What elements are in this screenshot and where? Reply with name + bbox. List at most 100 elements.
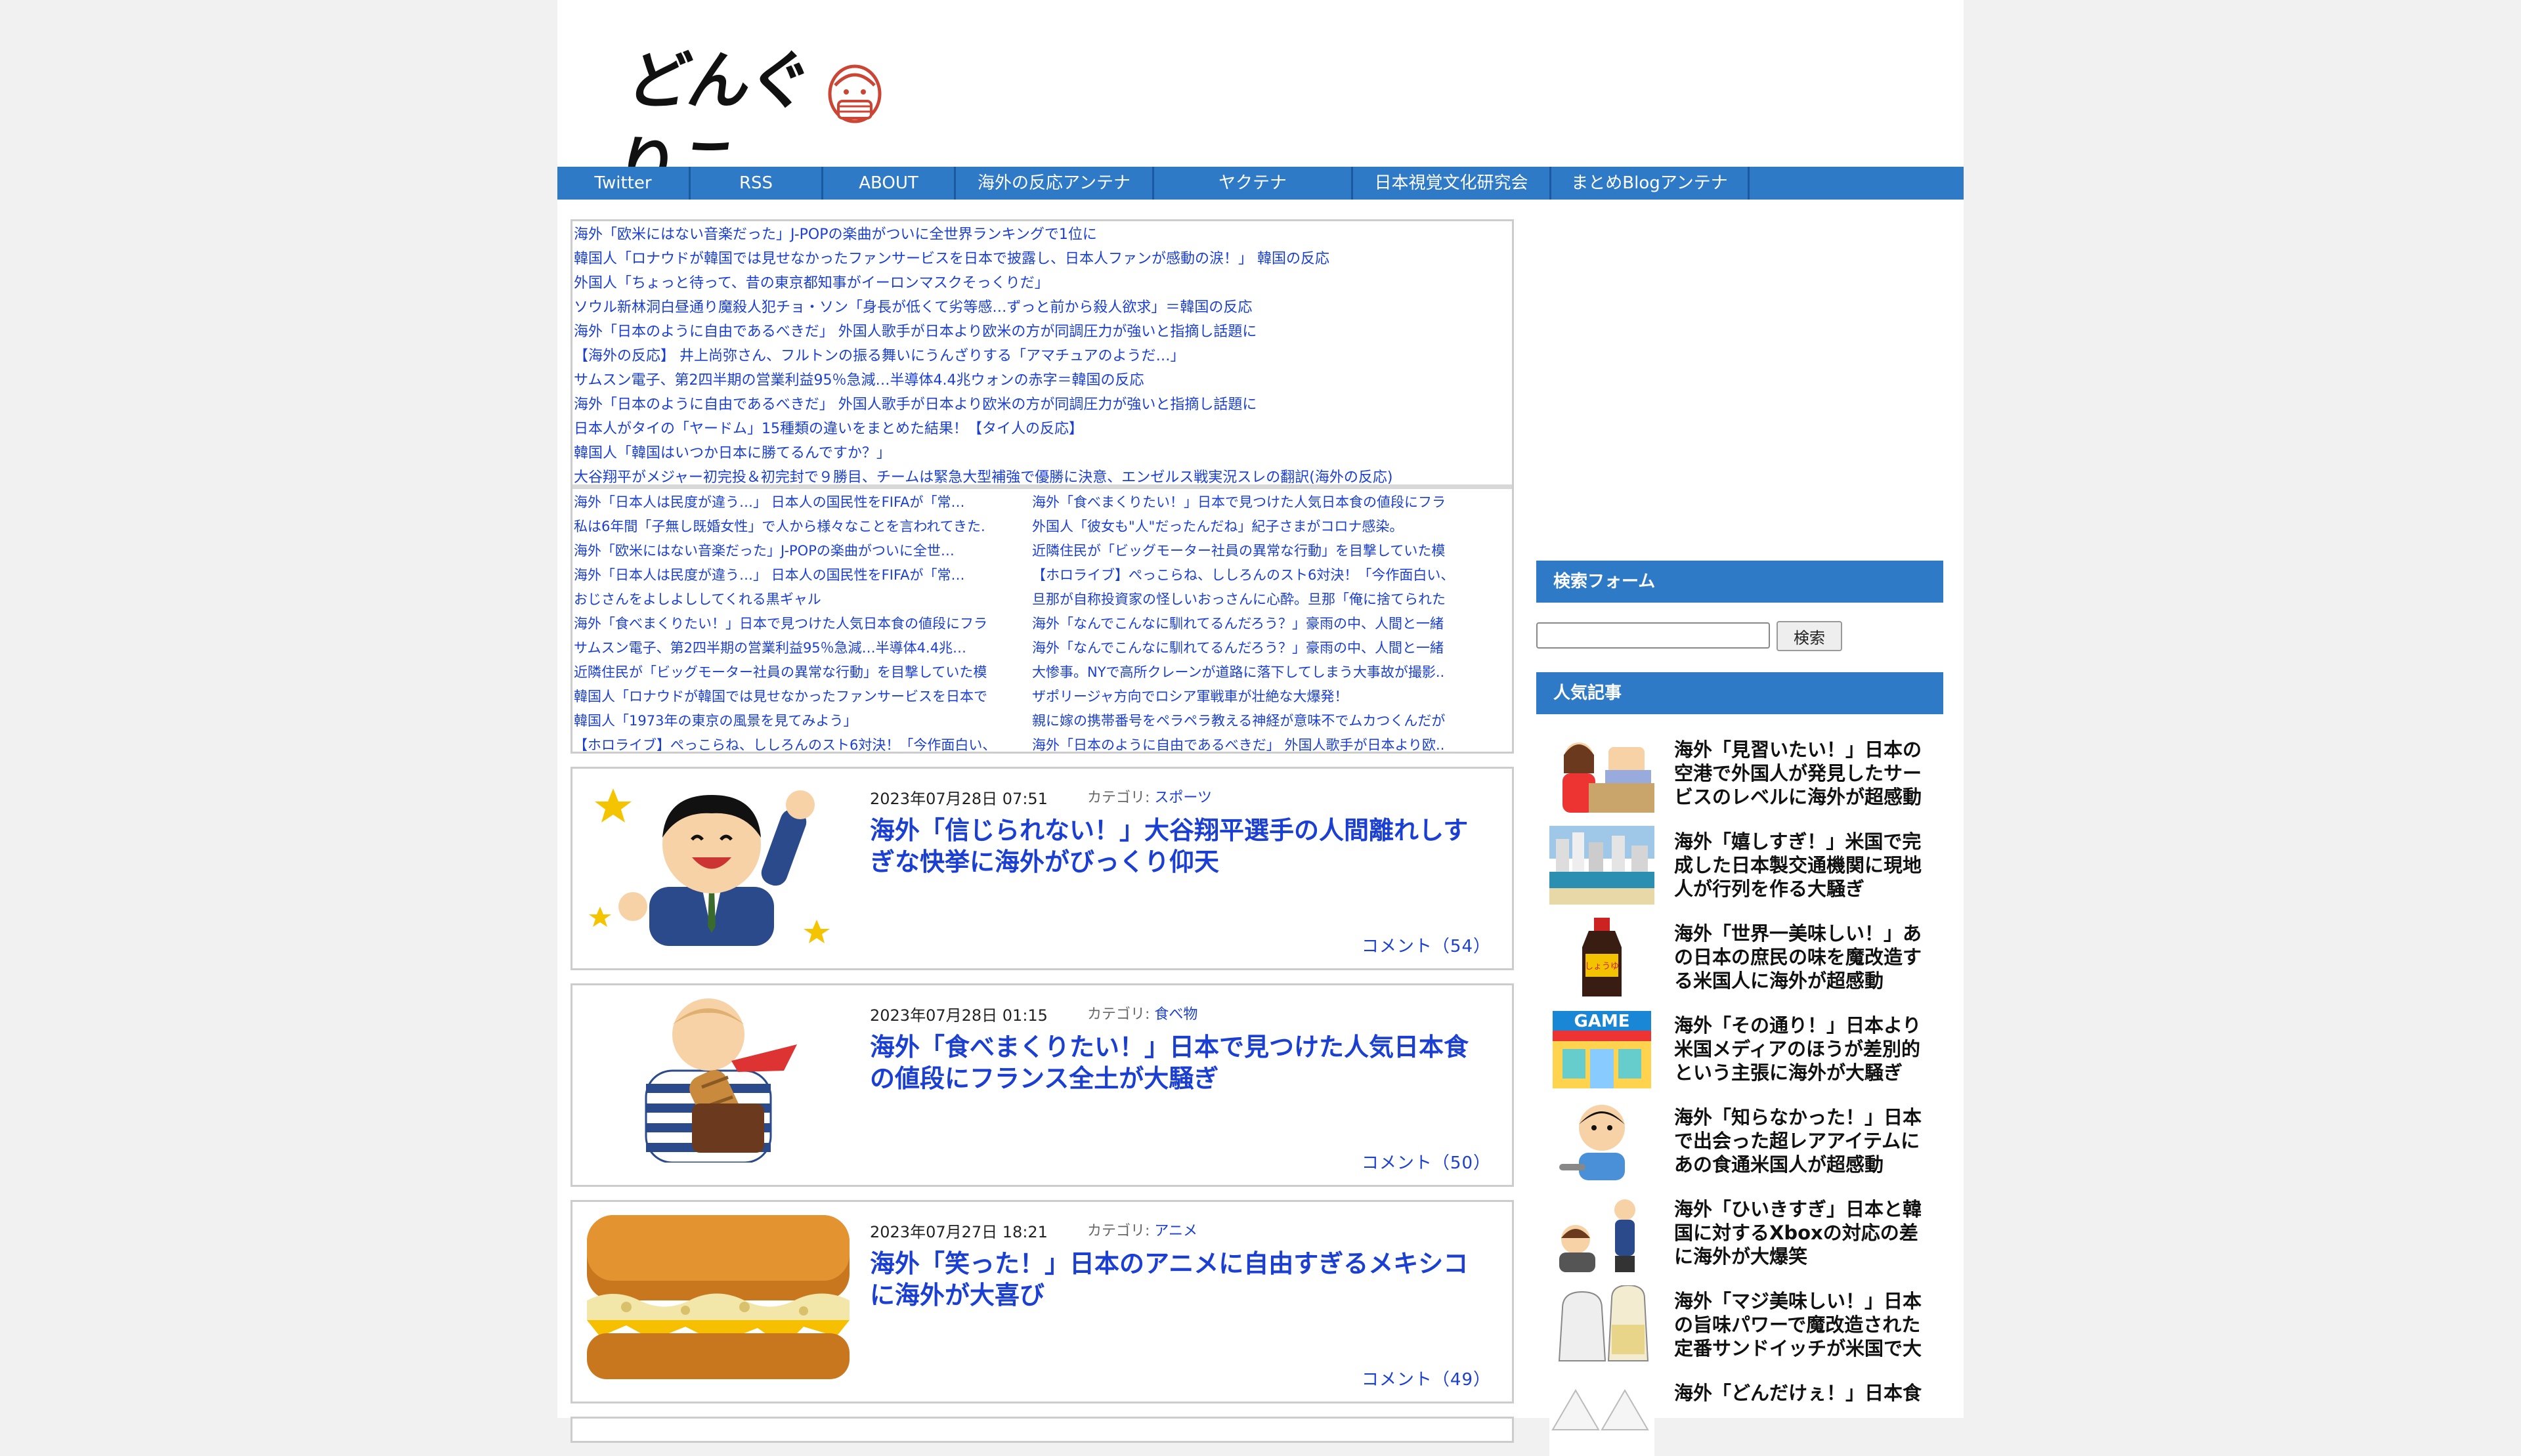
antenna-link[interactable]: ザポリージャ方向でロシア軍戦車が壮絶な大爆発！ [1032,685,1489,709]
french-man-baguette-icon[interactable] [587,998,850,1163]
popular-item[interactable]: 海外「どんだけぇ！」日本食 [1536,1358,1943,1456]
antenna-link[interactable]: サムスン電子、第2四半期の営業利益95％急減…半導体4.4兆ウォンの赤字＝韓国の… [574,368,1512,393]
popular-list: 海外「見習いたい！」日本の空港で外国人が発見したサービスのレベルに海外が超感動 … [1536,714,1943,1456]
popular-title[interactable]: 海外「嬉しすぎ！」米国で完成した日本製交通機関に現地人が行列を作る大騒ぎ [1674,830,1937,901]
nav-matome-antenna[interactable]: まとめBlogアンテナ [1551,167,1750,200]
antenna-link[interactable]: 外国人「ちょっと待って、昔の東京都知事がイーロンマスクそっくりだ」 [574,271,1512,295]
antenna-link[interactable]: サムスン電子、第2四半期の営業利益95％急減…半導体4.4兆… [574,636,1031,660]
nav-visual-culture[interactable]: 日本視覚文化研究会 [1353,167,1551,200]
antenna-right-column: 海外「食べまくりたい！」日本で見つけた人気日本食の値段にフラ 外国人「彼女も"人… [1031,489,1489,753]
page-container: どんぐりこ Twitter RSS ABOUT 海外の反応アンテナ ヤクテナ 日… [557,0,1964,1456]
popular-title[interactable]: 海外「どんだけぇ！」日本食 [1674,1381,1937,1452]
airport-counter-icon [1549,734,1654,813]
category-label: カテゴリ: [1087,790,1150,806]
popular-title[interactable]: 海外「その通り！」日本より米国メディアのほうが差別的という主張に海外が大騒ぎ [1674,1014,1937,1084]
category-link[interactable]: スポーツ [1154,790,1212,806]
antenna-link[interactable]: 韓国人「ロナウドが韓国では見せなかったファンサービスを日本で披露し、日本人ファン… [574,247,1512,271]
site-logo[interactable]: どんぐりこ [611,38,882,203]
nav-about[interactable]: ABOUT [823,167,956,200]
article-date: 2023年07月28日 07:51 [870,790,1048,808]
antenna-link[interactable]: 海外「食べまくりたい！」日本で見つけた人気日本食の値段にフラ [574,612,1031,636]
popular-item[interactable]: 海外「嬉しすぎ！」米国で完成した日本製交通機関に現地人が行列を作る大騒ぎ [1536,806,1943,905]
antenna-link[interactable]: 海外「欧米にはない音楽だった」J-POPの楽曲がついに全世… [574,539,1031,563]
nav-yakutena[interactable]: ヤクテナ [1154,167,1353,200]
category-link[interactable]: 食べ物 [1154,1006,1197,1023]
antenna-link[interactable]: 海外「なんでこんなに馴れてるんだろう？」豪雨の中、人間と一緒 [1032,636,1489,660]
antenna-link[interactable]: 近隣住民が「ビッグモーター社員の異常な行動」を目撃していた模 [1032,539,1489,563]
antenna-link[interactable]: おじさんをよしよししてくれる黒ギャル [574,588,1031,612]
ad-space [1536,219,1943,561]
popular-heading: 人気記事 [1536,672,1943,714]
antenna-link[interactable]: 外国人「彼女も"人"だったんだね」紀子さまがコロナ感染。 [1032,515,1489,539]
popular-item[interactable]: しょうゆ 海外「世界一美味しい！」あの日本の庶民の味を魔改造する米国人に海外が超… [1536,898,1943,996]
popular-item[interactable]: 海外「知らなかった！」日本で出会った超レアアイテムにあの食通米国人が超感動 [1536,1082,1943,1180]
popular-title[interactable]: 海外「マジ美味しい！」日本の旨味パワーで魔改造された定番サンドイッチが米国で大 [1674,1289,1937,1360]
antenna-link[interactable]: 【海外の反応】 井上尚弥さん、フルトンの振る舞いにうんざりする「アマチュアのよう… [574,344,1512,368]
search-form: 検索 [1536,603,1943,672]
article-title[interactable]: 海外「信じられない！」大谷翔平選手の人間離れしすぎな快挙に海外がびっくり仰天 [870,815,1474,878]
popular-title[interactable]: 海外「見習いたい！」日本の空港で外国人が発見したサービスのレベルに海外が超感動 [1674,738,1937,809]
hamburger-icon[interactable] [587,1215,850,1379]
article-comments-link[interactable]: コメント（54） [1362,933,1491,957]
antenna-link[interactable]: 親に嫁の携帯番号をペラペラ教える神経が意味不でムカつくんだが [1032,709,1489,733]
antenna-link[interactable]: 海外「日本人は民度が違う…」 日本人の国民性をFIFAが「常… [574,490,1031,515]
antenna-link[interactable]: 【ホロライブ】ぺっこらね、ししろんのスト6対決！「今作面白い、 [1032,563,1489,588]
article-comments-link[interactable]: コメント（49） [1362,1366,1491,1390]
popular-item[interactable]: 海外「ひいきすぎ」日本と韓国に対するXboxの対応の差に海外が大爆笑 [1536,1174,1943,1272]
nav-rss[interactable]: RSS [691,167,823,200]
antenna-link[interactable]: 日本人がタイの「ヤードム」15種類の違いをまとめた結果！【タイ人の反応】 [574,417,1512,441]
antenna-link[interactable]: 韓国人「1973年の東京の風景を見てみよう」 [574,709,1031,733]
search-button[interactable]: 検索 [1777,621,1842,651]
antenna-link[interactable]: 大惨事。NYで高所クレーンが道路に落下してしまう大事故が撮影.. [1032,660,1489,685]
popular-title[interactable]: 海外「世界一美味しい！」あの日本の庶民の味を魔改造する米国人に海外が超感動 [1674,922,1937,993]
antenna-link[interactable]: 海外「なんでこんなに馴れてるんだろう？」豪雨の中、人間と一緒 [1032,612,1489,636]
search-heading: 検索フォーム [1536,561,1943,603]
popular-title[interactable]: 海外「ひいきすぎ」日本と韓国に対するXboxの対応の差に海外が大爆笑 [1674,1197,1937,1268]
antenna-link[interactable]: 近隣住民が「ビッグモーター社員の異常な行動」を目撃していた模 [574,660,1031,685]
popular-title[interactable]: 海外「知らなかった！」日本で出会った超レアアイテムにあの食通米国人が超感動 [1674,1105,1937,1176]
article-category: カテゴリ: アニメ [1087,1219,1197,1240]
beach-resort-icon [1549,826,1654,905]
antenna-link[interactable]: 海外「日本のように自由であるべきだ」 外国人歌手が日本より欧.. [1032,733,1489,758]
antenna-left-column: 海外「日本人は民度が違う…」 日本人の国民性をFIFAが「常… 私は6年間「子無… [572,489,1031,753]
antenna-link[interactable]: 私は6年間「子無し既婚女性」で人から様々なことを言われてきた. [574,515,1031,539]
category-link[interactable]: アニメ [1154,1223,1197,1239]
nav-kaigai-antenna[interactable]: 海外の反応アンテナ [956,167,1154,200]
antenna-link[interactable]: 韓国人「ロナウドが韓国では見せなかったファンサービスを日本で [574,685,1031,709]
antenna-link[interactable]: ソウル新林洞白昼通り魔殺人犯チョ・ソン「身長が低くて劣等感…ずっと前から殺人欲求… [574,295,1512,320]
soy-sauce-bottle-icon: しょうゆ [1549,918,1654,996]
antenna-divider [572,484,1512,489]
antenna-link[interactable]: 海外「日本のように自由であるべきだ」 外国人歌手が日本より欧米の方が同調圧力が強… [574,320,1512,344]
category-label: カテゴリ: [1087,1223,1150,1239]
main-nav: Twitter RSS ABOUT 海外の反応アンテナ ヤクテナ 日本視覚文化研… [557,167,1964,200]
article-date: 2023年07月28日 01:15 [870,1006,1048,1025]
antenna-link[interactable]: 旦那が自称投資家の怪しいおっさんに心酔。旦那「俺に捨てられた [1032,588,1489,612]
article-category: カテゴリ: 食べ物 [1087,1002,1197,1023]
article-comments-link[interactable]: コメント（50） [1362,1149,1491,1174]
antenna-link[interactable]: 海外「日本のように自由であるべきだ」 外国人歌手が日本より欧米の方が同調圧力が強… [574,393,1512,417]
antenna-link[interactable]: 海外「欧米にはない音楽だった」J-POPの楽曲がついに全世界ランキングで1位に [574,223,1512,247]
category-label: カテゴリ: [1087,1006,1150,1023]
svg-text:GAME: GAME [1574,1012,1629,1031]
popular-item[interactable]: 海外「マジ美味しい！」日本の旨味パワーで魔改造された定番サンドイッチが米国で大 [1536,1266,1943,1364]
man-eating-icon [1549,1102,1654,1180]
article-title[interactable]: 海外「笑った！」日本のアニメに自由すぎるメキシコに海外が大喜び [870,1248,1474,1311]
antenna-link[interactable]: 【ホロライブ】ぺっこらね、ししろんのスト6対決！「今作面白い、 [574,733,1031,758]
main-column: 海外「欧米にはない音楽だった」J-POPの楽曲がついに全世界ランキングで1位に … [571,219,1514,1443]
nav-twitter[interactable]: Twitter [557,167,691,200]
salt-shakers-icon [1549,1285,1654,1364]
article-card: 2023年07月27日 18:21 カテゴリ: アニメ 海外「笑った！」日本のア… [571,1200,1514,1403]
article-title[interactable]: 海外「食べまくりたい！」日本で見つけた人気日本食の値段にフランス全土が大騒ぎ [870,1031,1474,1094]
popular-item[interactable]: 海外「見習いたい！」日本の空港で外国人が発見したサービスのレベルに海外が超感動 [1536,714,1943,813]
businessman-cheer-icon[interactable] [587,782,850,946]
antenna-link[interactable]: 韓国人「韓国はいつか日本に勝てるんですか？」 [574,441,1512,465]
search-input[interactable] [1536,622,1770,649]
antenna-two-column-list: 海外「日本人は民度が違う…」 日本人の国民性をFIFAが「常… 私は6年間「子無… [572,489,1512,753]
popular-item[interactable]: GAME 海外「その通り！」日本より米国メディアのほうが差別的という主張に海外が… [1536,990,1943,1088]
acorn-mascot-icon [828,64,882,123]
article-date: 2023年07月27日 18:21 [870,1223,1048,1241]
article-card-partial [571,1417,1514,1443]
antenna-link[interactable]: 海外「日本人は民度が違う…」 日本人の国民性をFIFAが「常… [574,563,1031,588]
antenna-link[interactable]: 海外「食べまくりたい！」日本で見つけた人気日本食の値段にフラ [1032,490,1489,515]
antenna-top-list: 海外「欧米にはない音楽だった」J-POPの楽曲がついに全世界ランキングで1位に … [572,221,1512,486]
